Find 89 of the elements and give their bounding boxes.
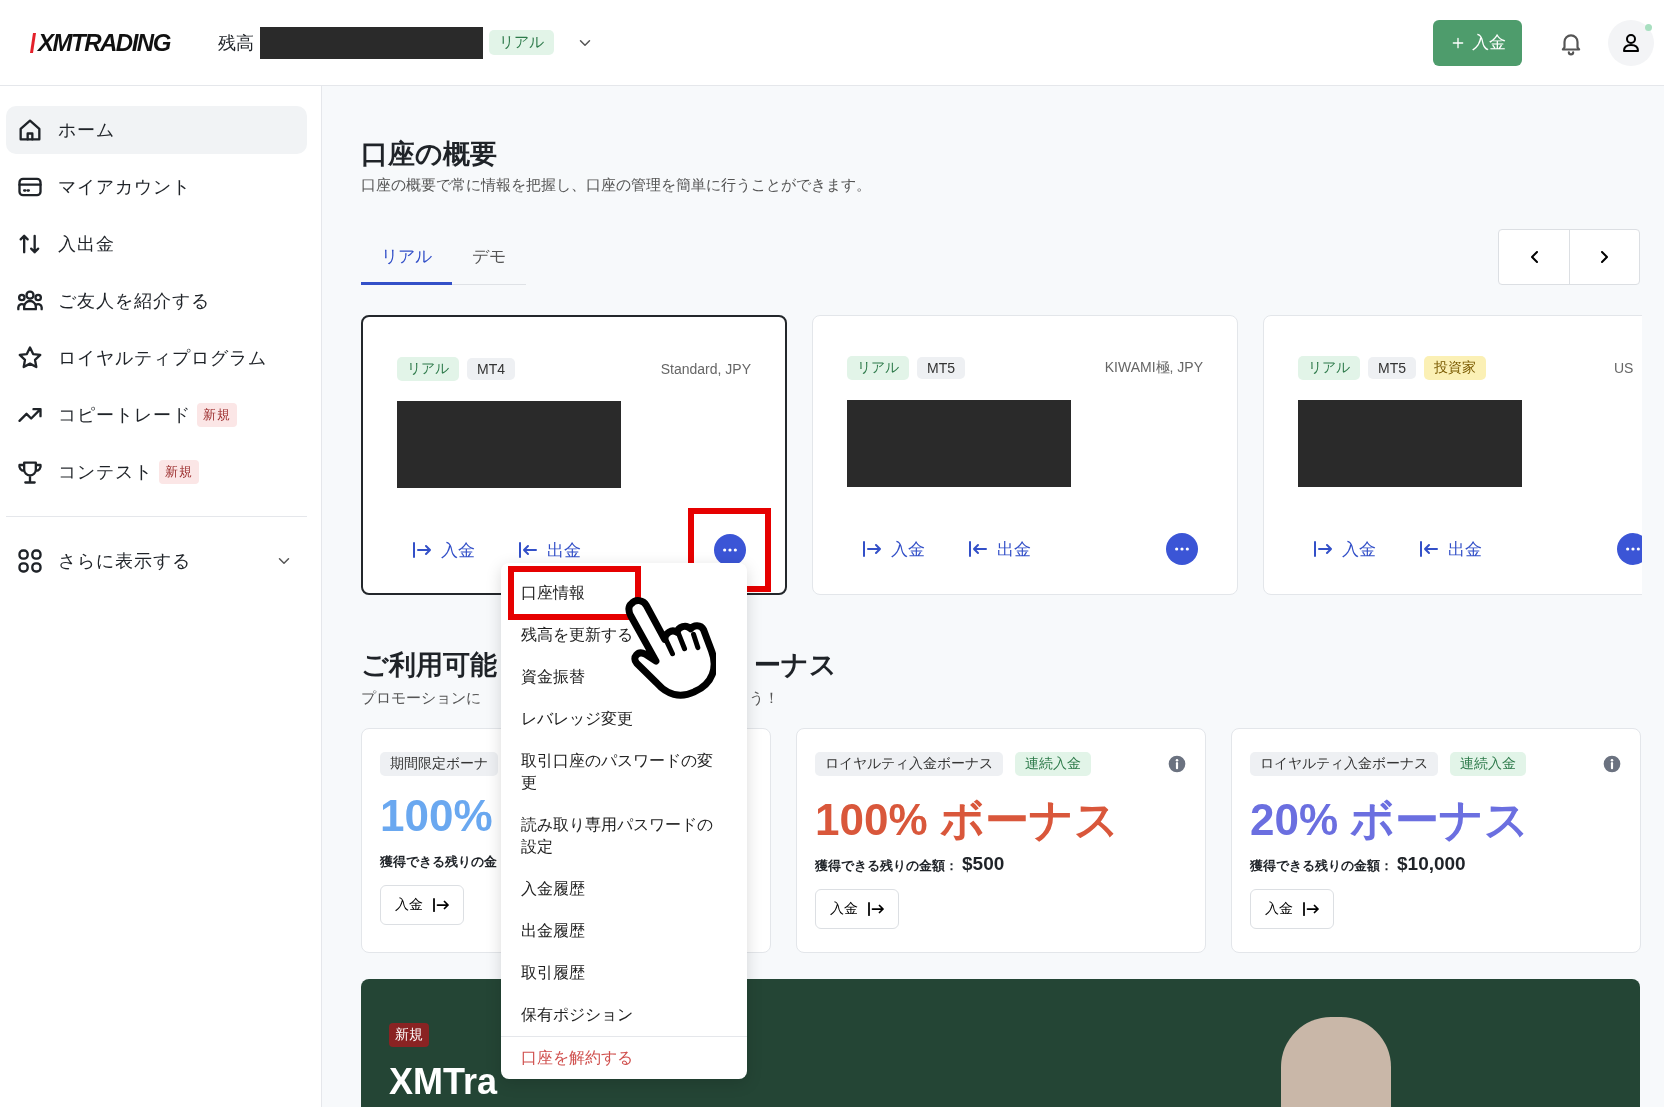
account-type-label: KIWAMI極, JPY [1104, 359, 1203, 377]
remaining-amount: $500 [962, 853, 1005, 875]
account-tag: MT5 [1368, 357, 1416, 379]
arrow-left-bar-icon [969, 541, 987, 557]
account-type-label: Standard, JPY [660, 361, 751, 377]
deposit-link[interactable]: 入金 [1314, 537, 1376, 561]
arrow-into-bar-icon [868, 902, 884, 916]
withdraw-link[interactable]: 出金 [1420, 537, 1482, 561]
remaining-amount: $10,000 [1397, 853, 1466, 875]
remaining-label: 獲得できる残りの金額： [1250, 857, 1393, 875]
user-menu-button[interactable] [1608, 19, 1654, 66]
menu-item[interactable]: 保有ポジション [501, 994, 747, 1036]
page-title: 口座の概要 [361, 138, 498, 171]
balance-label: 残高 [217, 31, 254, 55]
menu-item[interactable]: 出金履歴 [501, 910, 747, 952]
section-subtitle: う！ [749, 689, 779, 708]
menu-item[interactable]: 入金履歴 [501, 868, 747, 910]
account-card[interactable]: リアル MT5 投資家 US 入金 出金 [1263, 315, 1642, 595]
arrow-left-bar-icon [519, 542, 537, 558]
nav-item[interactable]: 入出金 [6, 220, 307, 268]
new-badge: 新規 [197, 403, 237, 427]
account-tag: MT5 [917, 357, 965, 379]
account-tag: リアル [1298, 356, 1360, 380]
bonus-tag: ロイヤルティ入金ボーナス [815, 752, 1003, 776]
bonus-headline: 20% ボーナス [1250, 794, 1530, 845]
logo-mark-icon [30, 32, 36, 53]
bonus-headline: 100% ボーナス [815, 794, 1119, 845]
remaining-label: 獲得できる残りの金 [380, 853, 497, 871]
new-badge: 新規 [389, 1023, 429, 1047]
withdraw-link[interactable]: 出金 [969, 537, 1031, 561]
info-icon[interactable] [1167, 754, 1187, 774]
bonus-tag: 期間限定ボーナ [380, 752, 498, 776]
deposit-link[interactable]: 入金 [413, 538, 475, 562]
nav-item[interactable]: コピートレード 新規 [6, 391, 307, 439]
account-tag: リアル [397, 357, 459, 381]
menu-item[interactable]: 読み取り専用パスワードの設定 [501, 804, 747, 868]
deposit-button[interactable]: 入金 [815, 889, 899, 929]
menu-item[interactable]: レバレッジ変更 [501, 698, 747, 740]
status-dot [1645, 23, 1652, 31]
account-tag: リアル [847, 356, 909, 380]
bonus-tag: 連続入金 [1015, 752, 1091, 776]
arrow-left-bar-icon [1420, 541, 1438, 557]
page-subtitle: 口座の概要で常に情報を把握し、口座の管理を簡単に行うことができます。 [361, 176, 872, 195]
more-options-button[interactable] [1165, 533, 1198, 565]
chevron-left-icon [1530, 251, 1538, 263]
nav-item[interactable]: コンテスト 新規 [6, 448, 307, 496]
deposit-button[interactable]: 入金 [380, 885, 464, 925]
arrow-into-bar-icon [1303, 902, 1319, 916]
section-subtitle: プロモーションに [361, 689, 481, 708]
arrow-into-bar-icon [413, 542, 431, 558]
tab[interactable]: リアル [361, 233, 452, 285]
nav-item[interactable]: ホーム [6, 106, 307, 154]
info-icon[interactable] [1602, 754, 1622, 774]
withdraw-link[interactable]: 出金 [519, 538, 581, 562]
menu-item[interactable]: 取引履歴 [501, 952, 747, 994]
grid-icon [16, 547, 44, 575]
show-more-item[interactable]: さらに表示する [6, 537, 307, 585]
menu-item[interactable]: 口座を解約する [501, 1037, 747, 1079]
section-title: ーナス [754, 649, 837, 682]
tab[interactable]: デモ [452, 233, 526, 285]
logo[interactable]: XMTRADING [38, 28, 170, 57]
account-tag: MT4 [467, 358, 515, 380]
more-options-button[interactable] [713, 534, 746, 566]
banner-title: XMTra [389, 1061, 498, 1103]
bonus-tag: ロイヤルティ入金ボーナス [1250, 752, 1438, 776]
deposit-button[interactable]: 入金 [1250, 889, 1334, 929]
new-badge: 新規 [159, 460, 199, 484]
account-card[interactable]: リアル MT5 KIWAMI極, JPY 入金 出金 [812, 315, 1238, 595]
nav-item[interactable]: ご友人を紹介する [6, 277, 307, 325]
deposit-link[interactable]: 入金 [863, 537, 925, 561]
bonus-headline: 100% [380, 791, 493, 842]
account-type-label: US [1614, 360, 1635, 376]
ellipsis-icon [721, 547, 738, 553]
bonus-tag: 連続入金 [1450, 752, 1526, 776]
remaining-label: 獲得できる残りの金額： [815, 857, 958, 875]
arrow-into-bar-icon [863, 541, 881, 557]
menu-item[interactable]: 資金振替 [501, 656, 747, 698]
section-title: ご利用可能 [361, 649, 497, 682]
account-type-badge: リアル [488, 30, 554, 55]
menu-item[interactable]: 取引口座のパスワードの変更 [501, 740, 747, 804]
account-tag: 投資家 [1424, 356, 1486, 380]
nav-item[interactable]: マイアカウント [6, 163, 307, 211]
chevron-right-icon [1601, 251, 1608, 263]
nav-item[interactable]: ロイヤルティプログラム [6, 334, 307, 382]
ellipsis-icon [1173, 546, 1190, 552]
arrow-into-bar-icon [433, 898, 449, 912]
more-options-button[interactable] [1616, 533, 1642, 565]
ellipsis-icon [1624, 546, 1641, 552]
arrow-into-bar-icon [1314, 541, 1332, 557]
